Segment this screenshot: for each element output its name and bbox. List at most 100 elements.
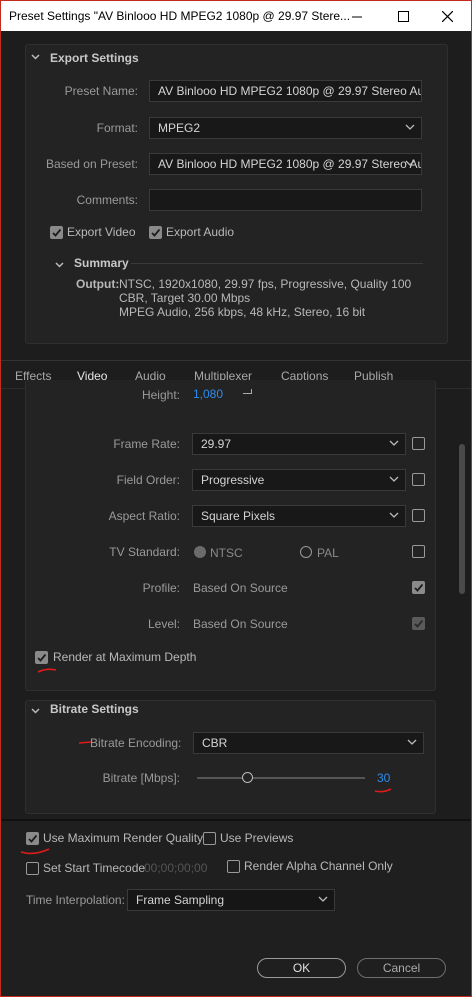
comments-input[interactable] bbox=[149, 189, 422, 211]
export-settings-chevron-icon[interactable] bbox=[31, 52, 40, 64]
bitrate-slider-track[interactable] bbox=[197, 777, 365, 779]
checkmark-icon bbox=[151, 228, 161, 237]
checkmark-icon bbox=[414, 619, 424, 628]
checkmark-icon bbox=[414, 583, 424, 592]
set-start-timecode-label: Set Start Timecode bbox=[43, 861, 146, 875]
export-audio-checkbox[interactable] bbox=[149, 226, 162, 239]
height-label: Height: bbox=[141, 388, 180, 402]
window-title: Preset Settings "AV Binlooo HD MPEG2 108… bbox=[9, 9, 351, 23]
close-icon bbox=[441, 10, 453, 22]
bitrate-encoding-select[interactable]: CBR bbox=[193, 732, 424, 754]
summary-chevron-icon[interactable] bbox=[55, 258, 64, 272]
level-value: Based On Source bbox=[193, 617, 288, 631]
profile-value: Based On Source bbox=[193, 581, 288, 595]
field-order-match-checkbox[interactable] bbox=[412, 473, 425, 486]
summary-divider bbox=[131, 263, 423, 264]
based-on-preset-select[interactable]: AV Binlooo HD MPEG2 1080p @ 29.97 Stereo… bbox=[149, 153, 422, 175]
profile-match-checkbox[interactable] bbox=[412, 581, 425, 594]
output-line-3: MPEG Audio, 256 kbps, 48 kHz, Stereo, 16… bbox=[119, 305, 366, 319]
use-max-render-quality-label: Use Maximum Render Quality bbox=[43, 831, 204, 845]
tv-standard-label: TV Standard: bbox=[109, 545, 180, 559]
time-interpolation-value: Frame Sampling bbox=[136, 893, 225, 907]
dropdown-arrow-icon bbox=[405, 122, 415, 132]
format-select[interactable]: MPEG2 bbox=[149, 117, 422, 139]
minimize-button[interactable] bbox=[334, 1, 380, 31]
frame-rate-select[interactable]: 29.97 bbox=[192, 433, 406, 455]
profile-label: Profile: bbox=[142, 581, 180, 595]
use-previews-label: Use Previews bbox=[220, 831, 294, 845]
use-max-render-quality-checkbox[interactable] bbox=[26, 832, 39, 845]
tabbar-divider-top bbox=[1, 360, 471, 361]
render-alpha-checkbox[interactable] bbox=[227, 860, 240, 873]
dropdown-arrow-icon bbox=[389, 438, 399, 448]
timecode-value: 00;00;00;00 bbox=[144, 861, 208, 875]
field-order-value: Progressive bbox=[201, 473, 265, 487]
cancel-button[interactable]: Cancel bbox=[357, 958, 446, 978]
render-max-depth-label: Render at Maximum Depth bbox=[53, 650, 197, 664]
aspect-ratio-label: Aspect Ratio: bbox=[108, 509, 180, 523]
minimize-icon bbox=[351, 16, 362, 17]
aspect-ratio-value: Square Pixels bbox=[201, 509, 276, 523]
bitrate-label: Bitrate [Mbps]: bbox=[102, 771, 180, 785]
ntsc-radio[interactable] bbox=[194, 546, 206, 558]
use-previews-checkbox[interactable] bbox=[203, 832, 216, 845]
video-settings-panel bbox=[25, 380, 436, 691]
bitrate-chevron-icon[interactable] bbox=[31, 704, 40, 718]
frame-rate-match-checkbox[interactable] bbox=[412, 437, 425, 450]
based-on-preset-value: AV Binlooo HD MPEG2 1080p @ 29.97 Stereo… bbox=[158, 157, 422, 171]
comments-label: Comments: bbox=[76, 193, 138, 207]
level-match-checkbox bbox=[412, 617, 425, 630]
bitrate-slider-thumb[interactable] bbox=[242, 772, 253, 783]
title-bar: Preset Settings "AV Binlooo HD MPEG2 108… bbox=[1, 1, 471, 31]
format-label: Format: bbox=[96, 121, 138, 135]
dropdown-arrow-icon bbox=[407, 737, 417, 747]
preset-name-input[interactable]: AV Binlooo HD MPEG2 1080p @ 29.97 Stereo… bbox=[149, 80, 422, 102]
scrollbar-thumb[interactable] bbox=[459, 444, 465, 594]
bitrate-settings-panel bbox=[25, 700, 436, 814]
bitrate-encoding-value: CBR bbox=[202, 736, 228, 750]
aspect-ratio-match-checkbox[interactable] bbox=[412, 509, 425, 522]
annotation-underline bbox=[374, 788, 392, 793]
export-video-checkbox[interactable] bbox=[50, 226, 63, 239]
dropdown-arrow-icon bbox=[405, 158, 415, 168]
dropdown-arrow-icon bbox=[318, 894, 328, 904]
render-max-depth-checkbox[interactable] bbox=[35, 651, 48, 664]
level-label: Level: bbox=[147, 617, 180, 631]
preset-name-label: Preset Name: bbox=[64, 84, 138, 98]
maximize-button[interactable] bbox=[380, 1, 426, 31]
time-interpolation-label: Time Interpolation: bbox=[26, 893, 125, 907]
bitrate-settings-header: Bitrate Settings bbox=[50, 702, 139, 716]
height-value[interactable]: 1,080 bbox=[193, 387, 223, 401]
checkmark-icon bbox=[52, 228, 62, 237]
frame-rate-label: Frame Rate: bbox=[113, 437, 180, 451]
based-on-preset-label: Based on Preset: bbox=[45, 157, 138, 171]
output-summary: NTSC, 1920x1080, 29.97 fps, Progressive,… bbox=[119, 277, 411, 319]
checkmark-icon bbox=[28, 834, 38, 843]
tv-standard-match-checkbox[interactable] bbox=[412, 545, 425, 558]
annotation-underline bbox=[20, 848, 50, 855]
output-line-1: NTSC, 1920x1080, 29.97 fps, Progressive,… bbox=[119, 277, 412, 291]
field-order-label: Field Order: bbox=[116, 473, 180, 487]
output-label: Output: bbox=[76, 277, 120, 291]
summary-header: Summary bbox=[74, 256, 129, 270]
set-start-timecode-checkbox[interactable] bbox=[26, 862, 39, 875]
bitrate-encoding-label: Bitrate Encoding: bbox=[90, 736, 182, 750]
annotation-underline bbox=[37, 668, 57, 673]
time-interpolation-select[interactable]: Frame Sampling bbox=[127, 889, 335, 911]
pal-radio[interactable] bbox=[300, 546, 312, 558]
aspect-ratio-select[interactable]: Square Pixels bbox=[192, 505, 406, 527]
frame-rate-value: 29.97 bbox=[201, 437, 232, 451]
ok-button[interactable]: OK bbox=[257, 958, 346, 978]
bitrate-value[interactable]: 30 bbox=[377, 771, 390, 785]
format-value: MPEG2 bbox=[158, 121, 201, 135]
field-order-select[interactable]: Progressive bbox=[192, 469, 406, 491]
export-video-label: Export Video bbox=[67, 225, 136, 239]
link-bracket-icon bbox=[243, 389, 252, 394]
dropdown-arrow-icon bbox=[389, 510, 399, 520]
pal-label: PAL bbox=[317, 546, 339, 560]
dropdown-arrow-icon bbox=[389, 474, 399, 484]
ntsc-label: NTSC bbox=[210, 546, 243, 560]
close-button[interactable] bbox=[424, 1, 470, 31]
export-audio-label: Export Audio bbox=[166, 225, 235, 239]
output-line-2: CBR, Target 30.00 Mbps bbox=[119, 291, 251, 305]
